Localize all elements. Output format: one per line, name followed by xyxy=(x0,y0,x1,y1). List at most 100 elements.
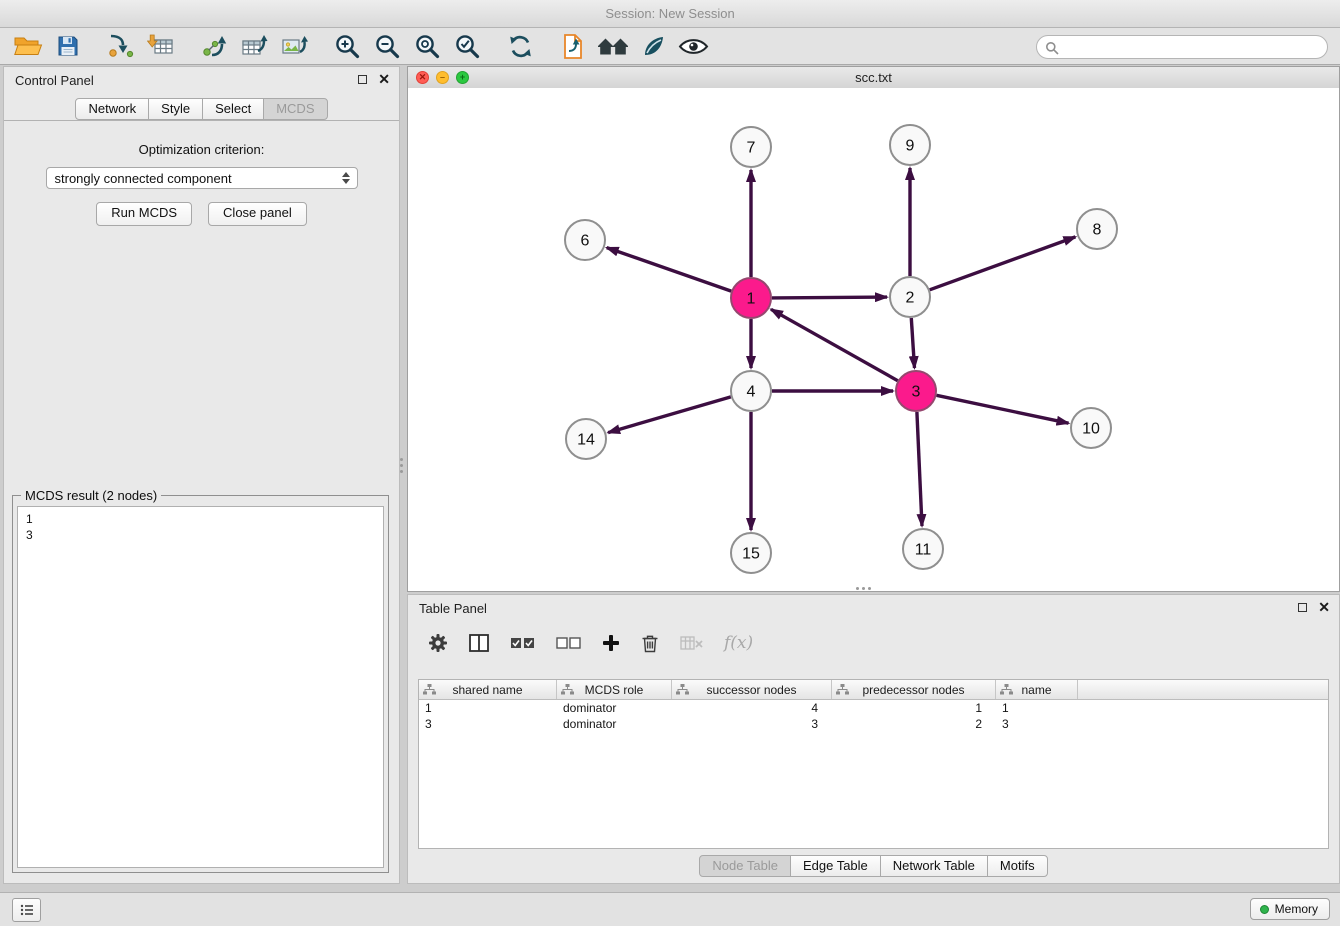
split-columns-button[interactable] xyxy=(469,634,489,652)
graph-edge-3-1[interactable] xyxy=(771,309,898,380)
table-panel: Table Panel ✕ xyxy=(407,594,1340,884)
vertical-splitter-handle[interactable] xyxy=(400,458,403,473)
column-header-mcds-role[interactable]: MCDS role xyxy=(557,680,672,699)
title-bar: Session: New Session xyxy=(0,0,1340,28)
memory-label: Memory xyxy=(1275,902,1318,916)
float-panel-icon[interactable] xyxy=(358,75,367,84)
graph-node-label-9: 9 xyxy=(906,138,915,155)
minimize-window-icon[interactable]: – xyxy=(436,71,449,84)
tab-network-table[interactable]: Network Table xyxy=(880,855,988,877)
open-session-button[interactable] xyxy=(8,30,48,62)
control-panel: Control Panel ✕ NetworkStyleSelectMCDS O… xyxy=(3,66,400,884)
memory-button[interactable]: Memory xyxy=(1250,898,1330,920)
import-network-icon xyxy=(107,33,135,59)
table-cell: 2 xyxy=(832,716,996,732)
graph-node-label-10: 10 xyxy=(1082,421,1100,438)
graph-edge-3-11[interactable] xyxy=(917,412,922,526)
horizontal-splitter-handle[interactable] xyxy=(856,587,871,590)
optimization-criterion-select[interactable]: strongly connected component xyxy=(46,167,358,189)
import-network-button[interactable] xyxy=(101,30,141,62)
column-header-shared-name[interactable]: shared name xyxy=(419,680,557,699)
export-network-button[interactable] xyxy=(194,30,234,62)
table-settings-button[interactable] xyxy=(428,633,448,653)
network-window-titlebar[interactable]: ✕ – + scc.txt xyxy=(408,67,1339,89)
zoom-window-icon[interactable]: + xyxy=(456,71,469,84)
column-label: name xyxy=(1021,683,1051,697)
home-button[interactable] xyxy=(593,30,633,62)
tab-mcds[interactable]: MCDS xyxy=(263,98,327,120)
table-cell: dominator xyxy=(557,716,672,732)
show-graphics-details-button[interactable] xyxy=(673,30,713,62)
column-header-predecessor-nodes[interactable]: predecessor nodes xyxy=(832,680,996,699)
close-panel-button[interactable]: Close panel xyxy=(208,202,307,226)
deselect-all-icon xyxy=(556,636,581,650)
table-cell: 3 xyxy=(672,716,832,732)
zoom-fit-button[interactable] xyxy=(407,30,447,62)
table-toolbar: f(x) xyxy=(408,621,1339,658)
table-row[interactable]: 1dominator411 xyxy=(419,700,1328,716)
close-panel-icon[interactable]: ✕ xyxy=(378,74,390,85)
save-session-button[interactable] xyxy=(48,30,88,62)
graph-node-label-11: 11 xyxy=(915,542,932,559)
export-image-button[interactable] xyxy=(274,30,314,62)
table-cell: 1 xyxy=(996,700,1078,716)
search-input[interactable] xyxy=(1063,38,1322,58)
float-table-panel-icon[interactable] xyxy=(1298,603,1307,612)
select-all-button[interactable] xyxy=(510,636,535,650)
tab-style[interactable]: Style xyxy=(148,98,203,120)
close-window-icon[interactable]: ✕ xyxy=(416,71,429,84)
optimization-criterion-value: strongly connected component xyxy=(55,171,232,186)
tab-edge-table[interactable]: Edge Table xyxy=(790,855,881,877)
select-all-icon xyxy=(510,636,535,650)
mcds-result-list[interactable]: 13 xyxy=(17,506,384,868)
table-header-row: shared nameMCDS rolesuccessor nodesprede… xyxy=(419,680,1328,700)
export-table-button[interactable] xyxy=(234,30,274,62)
import-table-button[interactable] xyxy=(141,30,181,62)
zoom-in-icon xyxy=(334,33,361,60)
zoom-out-button[interactable] xyxy=(367,30,407,62)
delete-table-button[interactable] xyxy=(680,635,703,651)
network-canvas[interactable]: 7968123414101511 xyxy=(408,88,1339,591)
tab-node-table[interactable]: Node Table xyxy=(699,855,791,877)
style-brush-button[interactable] xyxy=(633,30,673,62)
graph-node-label-6: 6 xyxy=(581,233,590,250)
refresh-button[interactable] xyxy=(500,30,540,62)
table-panel-tabbar: Node TableEdge TableNetwork TableMotifs xyxy=(408,855,1339,877)
table-row[interactable]: 3dominator323 xyxy=(419,716,1328,732)
tab-select[interactable]: Select xyxy=(202,98,264,120)
zoom-selected-button[interactable] xyxy=(447,30,487,62)
delete-row-button[interactable] xyxy=(641,633,659,653)
export-network-icon xyxy=(200,33,228,59)
add-row-button[interactable] xyxy=(602,634,620,652)
clone-page-button[interactable] xyxy=(553,30,593,62)
table-cell: dominator xyxy=(557,700,672,716)
function-builder-button[interactable]: f(x) xyxy=(724,633,753,653)
network-view-window: ✕ – + scc.txt 7968123414101511 xyxy=(407,66,1340,592)
export-image-icon xyxy=(280,33,308,59)
graph-edge-1-6[interactable] xyxy=(607,248,732,292)
tree-column-icon xyxy=(561,684,574,695)
tree-column-icon xyxy=(1000,684,1013,695)
run-mcds-button[interactable]: Run MCDS xyxy=(96,202,192,226)
zoom-in-button[interactable] xyxy=(327,30,367,62)
close-table-panel-icon[interactable]: ✕ xyxy=(1318,602,1330,613)
deselect-all-button[interactable] xyxy=(556,636,581,650)
graph-edge-1-2[interactable] xyxy=(772,297,887,298)
graph-edge-2-3[interactable] xyxy=(911,318,914,368)
tree-column-icon xyxy=(836,684,849,695)
search-icon xyxy=(1045,41,1059,55)
graph-node-label-4: 4 xyxy=(747,384,756,401)
control-panel-tabbar: NetworkStyleSelectMCDS xyxy=(4,98,399,121)
graph-edge-3-10[interactable] xyxy=(937,395,1069,423)
column-header-name[interactable]: name xyxy=(996,680,1078,699)
main-toolbar xyxy=(0,28,1340,65)
graph-node-label-7: 7 xyxy=(747,140,756,157)
graph-node-label-14: 14 xyxy=(577,432,595,449)
memory-status-dot-icon xyxy=(1260,905,1269,914)
graph-edge-4-14[interactable] xyxy=(608,397,731,433)
tab-network[interactable]: Network xyxy=(75,98,149,120)
column-header-successor-nodes[interactable]: successor nodes xyxy=(672,680,832,699)
graph-edge-2-8[interactable] xyxy=(930,237,1076,290)
status-menu-button[interactable] xyxy=(12,898,41,922)
tab-motifs[interactable]: Motifs xyxy=(987,855,1048,877)
